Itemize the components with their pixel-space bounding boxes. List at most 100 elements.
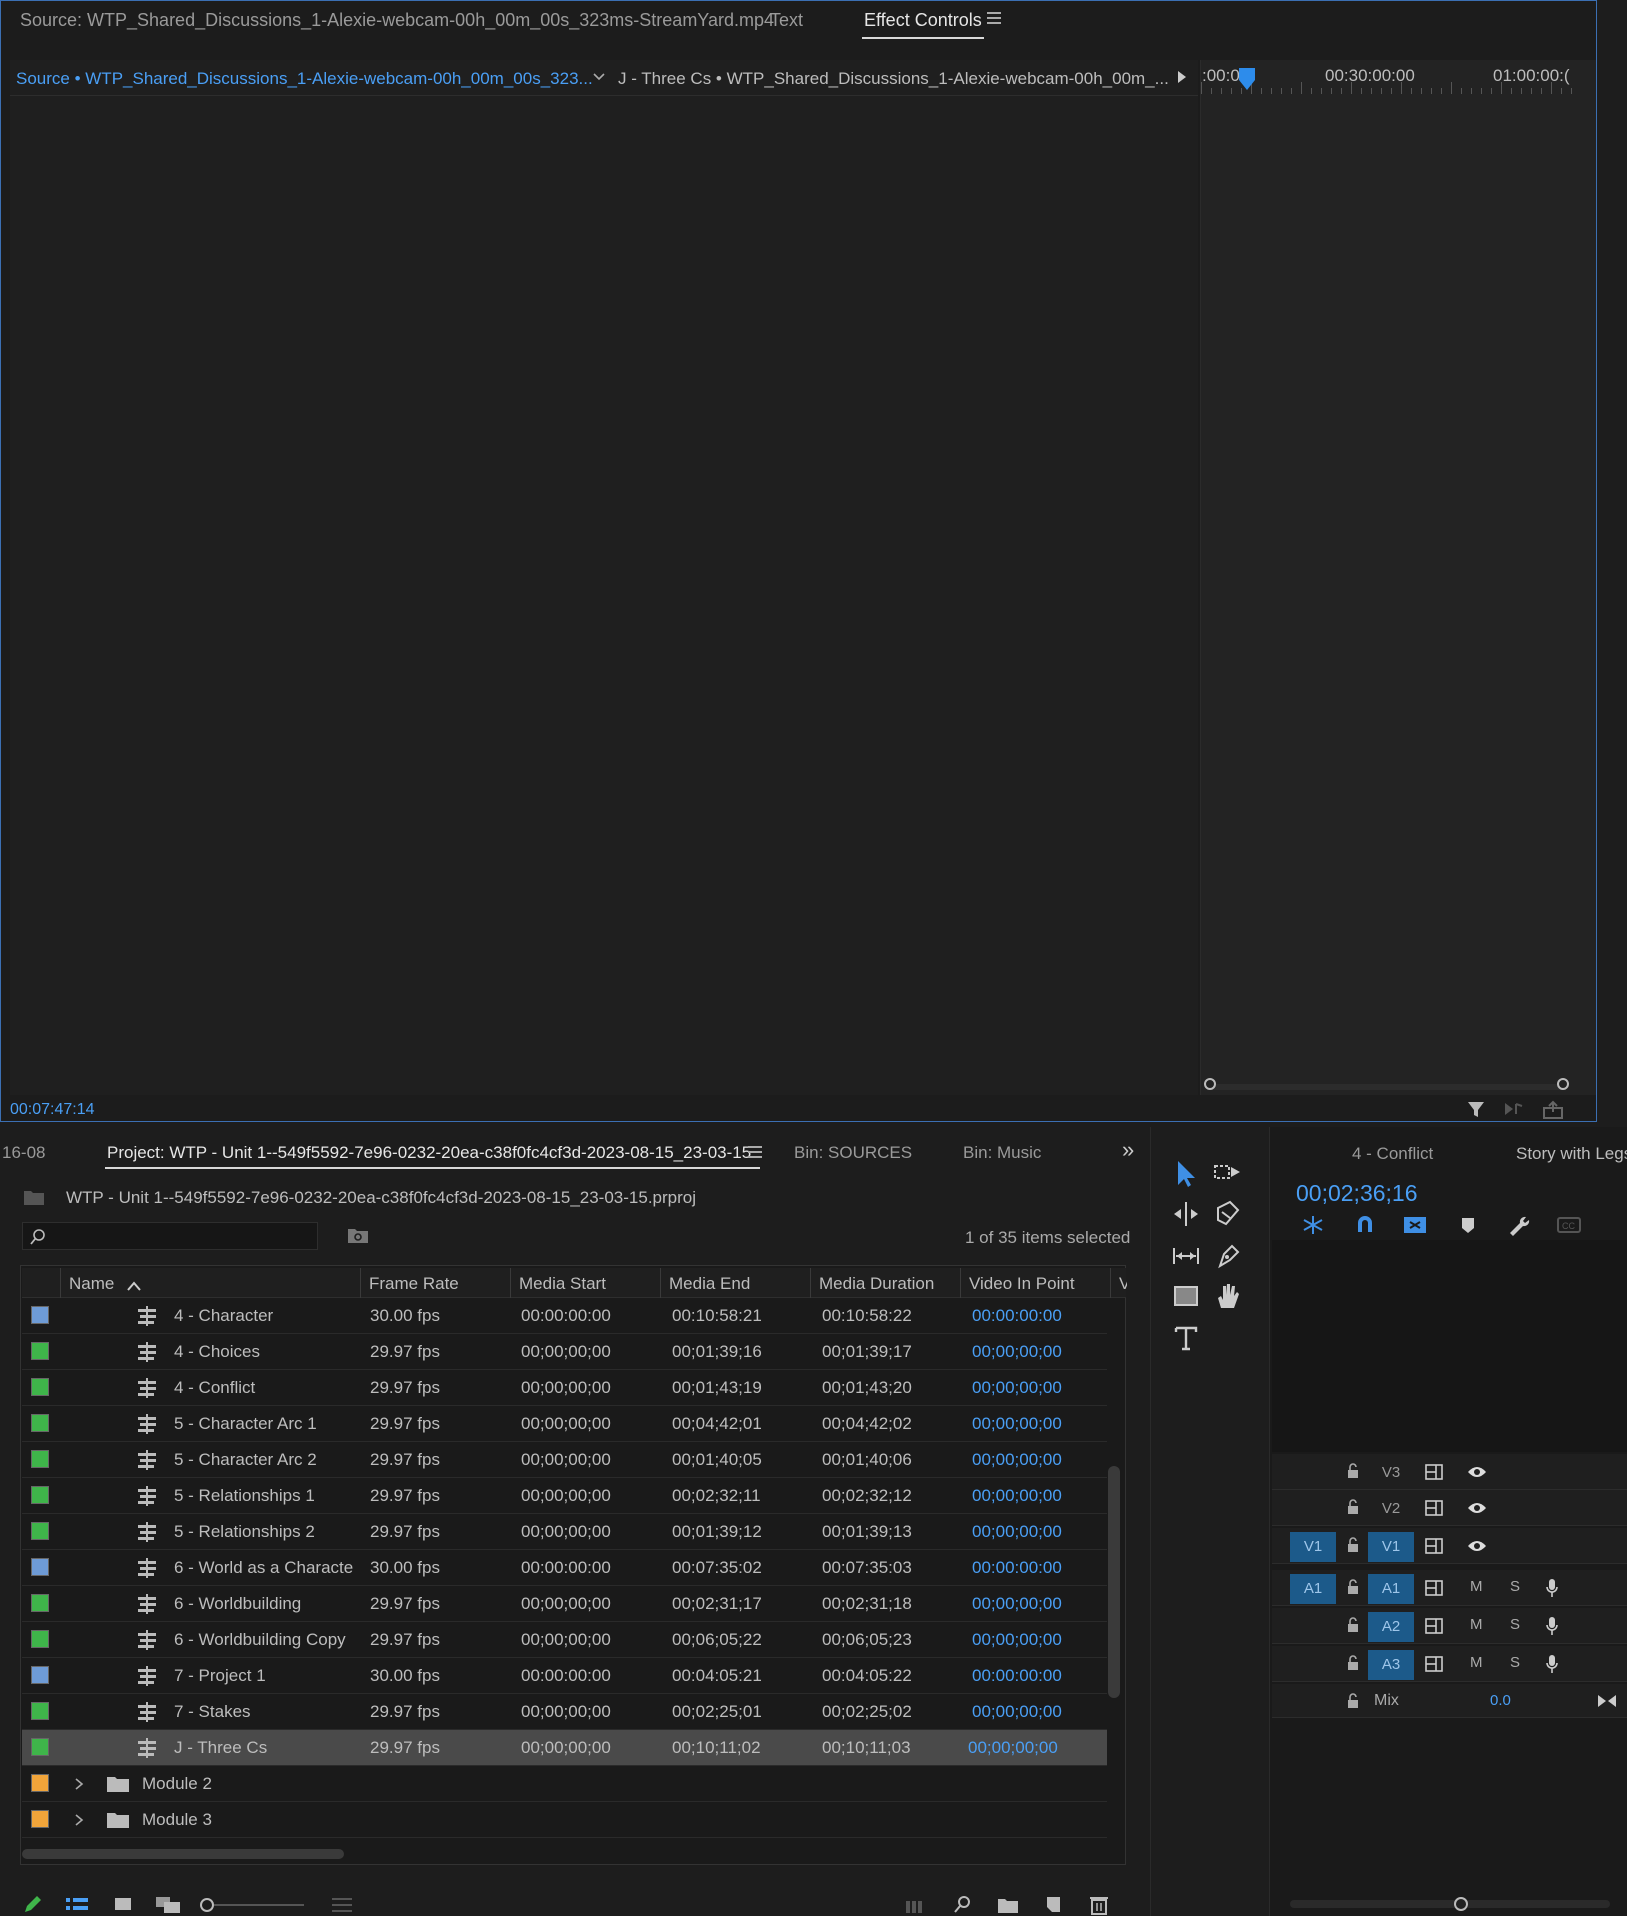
effect-controls-timecode[interactable]: 00:07:47:14 bbox=[10, 1101, 95, 1119]
lock-icon[interactable] bbox=[1346, 1692, 1360, 1710]
project-row[interactable]: 5 - Character Arc 2 29.97 fps 00;00;00;00 0… bbox=[22, 1442, 1107, 1478]
project-folder-row[interactable]: Module 2 bbox=[22, 1766, 1107, 1802]
track-target-v2[interactable]: V2 bbox=[1368, 1494, 1414, 1524]
hand-tool-icon[interactable] bbox=[1212, 1280, 1244, 1312]
sort-icons-icon[interactable] bbox=[330, 1895, 354, 1915]
lock-icon[interactable] bbox=[1346, 1536, 1360, 1554]
sync-lock-icon[interactable] bbox=[1424, 1655, 1444, 1673]
chevron-right-icon[interactable] bbox=[74, 1778, 84, 1790]
find-icon[interactable] bbox=[952, 1894, 974, 1916]
zoom-handle-right[interactable] bbox=[1557, 1078, 1569, 1090]
new-bin-icon[interactable] bbox=[996, 1895, 1020, 1915]
eye-icon[interactable] bbox=[1466, 1500, 1488, 1516]
label-color-chip[interactable] bbox=[31, 1378, 49, 1396]
label-color-chip[interactable] bbox=[31, 1306, 49, 1324]
sync-lock-icon[interactable] bbox=[1424, 1463, 1444, 1481]
track-select-forward-icon[interactable] bbox=[1212, 1158, 1244, 1190]
sequence-clip-label[interactable]: J - Three Cs • WTP_Shared_Discussions_1-… bbox=[618, 69, 1169, 89]
list-view-icon[interactable] bbox=[64, 1895, 90, 1915]
column-media-end[interactable]: Media End bbox=[669, 1274, 750, 1294]
rectangle-tool-icon[interactable] bbox=[1170, 1280, 1202, 1312]
lock-icon[interactable] bbox=[1346, 1462, 1360, 1480]
tab-project[interactable]: Project: WTP - Unit 1--549f5592-7e96-023… bbox=[107, 1143, 751, 1163]
video-in-point[interactable]: 00;00;00;00 bbox=[972, 1342, 1062, 1362]
label-color-chip[interactable] bbox=[31, 1558, 49, 1576]
new-search-bin-icon[interactable] bbox=[346, 1225, 370, 1245]
solo-button[interactable]: S bbox=[1510, 1654, 1520, 1671]
mix-value[interactable]: 0.0 bbox=[1490, 1692, 1511, 1709]
video-in-point[interactable]: 00;00;00;00 bbox=[972, 1702, 1062, 1722]
filter-icon[interactable] bbox=[1466, 1100, 1488, 1120]
linked-selection-icon[interactable] bbox=[1402, 1214, 1428, 1236]
project-row[interactable]: 4 - Conflict 29.97 fps 00;00;00;00 00;01;43… bbox=[22, 1370, 1107, 1406]
track-target-a2[interactable]: A2 bbox=[1368, 1612, 1414, 1642]
video-in-point[interactable]: 00:00:00:00 bbox=[972, 1306, 1062, 1326]
project-row[interactable]: 6 - World as a Characte 30.00 fps 00:00:00… bbox=[22, 1550, 1107, 1586]
microphone-icon[interactable] bbox=[1544, 1577, 1560, 1599]
video-in-point[interactable]: 00;00;00;00 bbox=[972, 1630, 1062, 1650]
zoom-handle-left[interactable] bbox=[1204, 1078, 1216, 1090]
sort-ascending-icon[interactable] bbox=[126, 1280, 142, 1292]
horizontal-scrollbar[interactable] bbox=[22, 1849, 344, 1859]
project-row[interactable]: 7 - Stakes 29.97 fps 00;00;00;00 00;02;25;0… bbox=[22, 1694, 1107, 1730]
project-row[interactable]: 6 - Worldbuilding 29.97 fps 00;00;00;00 00;… bbox=[22, 1586, 1107, 1622]
type-tool-icon[interactable] bbox=[1170, 1322, 1202, 1354]
sync-lock-icon[interactable] bbox=[1424, 1499, 1444, 1517]
project-row[interactable]: 4 - Choices 29.97 fps 00;00;00;00 00;01;39;… bbox=[22, 1334, 1107, 1370]
timeline-timecode[interactable]: 00;02;36;16 bbox=[1296, 1180, 1418, 1207]
mute-button[interactable]: M bbox=[1470, 1578, 1483, 1595]
source-clip-label[interactable]: Source • WTP_Shared_Discussions_1-Alexie… bbox=[16, 69, 593, 89]
new-item-icon[interactable] bbox=[1042, 1894, 1064, 1916]
pencil-icon[interactable] bbox=[22, 1893, 44, 1915]
tab-effect-controls[interactable]: Effect Controls bbox=[862, 10, 984, 39]
column-media-duration[interactable]: Media Duration bbox=[819, 1274, 934, 1294]
zoom-scrollbar[interactable] bbox=[1211, 1084, 1565, 1090]
icon-view-icon[interactable] bbox=[112, 1895, 134, 1915]
column-frame-rate[interactable]: Frame Rate bbox=[369, 1274, 459, 1294]
ripple-edit-tool-icon[interactable] bbox=[1170, 1198, 1202, 1230]
vertical-scrollbar[interactable] bbox=[1108, 1466, 1120, 1698]
playhead-icon[interactable] bbox=[1237, 66, 1257, 92]
chevron-down-icon[interactable] bbox=[592, 72, 606, 82]
snap-magnet-icon[interactable] bbox=[1352, 1214, 1378, 1236]
insert-sequence-nest-icon[interactable] bbox=[1300, 1214, 1326, 1236]
source-patch-a1[interactable]: A1 bbox=[1290, 1574, 1336, 1604]
mute-button[interactable]: M bbox=[1470, 1616, 1483, 1633]
project-row[interactable]: 5 - Character Arc 1 29.97 fps 00;00;00;00 0… bbox=[22, 1406, 1107, 1442]
label-color-chip[interactable] bbox=[31, 1486, 49, 1504]
label-color-chip[interactable] bbox=[31, 1666, 49, 1684]
sync-lock-icon[interactable] bbox=[1424, 1617, 1444, 1635]
label-color-chip[interactable] bbox=[31, 1774, 49, 1792]
tab-bin-music[interactable]: Bin: Music bbox=[963, 1143, 1041, 1163]
project-search-input[interactable] bbox=[22, 1222, 318, 1250]
sync-lock-icon[interactable] bbox=[1424, 1579, 1444, 1597]
track-target-v3[interactable]: V3 bbox=[1368, 1458, 1414, 1488]
project-row[interactable]: 5 - Relationships 1 29.97 fps 00;00;00;00 0… bbox=[22, 1478, 1107, 1514]
track-target-a1[interactable]: A1 bbox=[1368, 1574, 1414, 1604]
slip-tool-icon[interactable] bbox=[1170, 1240, 1202, 1272]
label-color-chip[interactable] bbox=[31, 1810, 49, 1828]
timeline-zoom-scrollbar[interactable] bbox=[1290, 1900, 1610, 1908]
eye-icon[interactable] bbox=[1466, 1464, 1488, 1480]
label-color-chip[interactable] bbox=[31, 1702, 49, 1720]
wrench-icon[interactable] bbox=[1506, 1214, 1530, 1236]
column-v[interactable]: V bbox=[1119, 1274, 1127, 1294]
tab-source-monitor[interactable]: Source: WTP_Shared_Discussions_1-Alexie-… bbox=[20, 10, 774, 31]
tab-left-stub[interactable]: 16-08 bbox=[2, 1143, 45, 1163]
project-row[interactable]: J - Three Cs 29.97 fps 00;00;00;00 00;10;11… bbox=[22, 1730, 1107, 1766]
tab-text[interactable]: Text bbox=[770, 10, 803, 31]
video-in-point[interactable]: 00;00;00;00 bbox=[972, 1378, 1062, 1398]
zoom-slider-handle[interactable] bbox=[200, 1898, 214, 1912]
tab-sequence-story-with-legs[interactable]: Story with Legs bbox=[1516, 1144, 1627, 1164]
selection-tool-icon[interactable] bbox=[1170, 1158, 1202, 1190]
project-row[interactable]: 5 - Relationships 2 29.97 fps 00;00;00;00 0… bbox=[22, 1514, 1107, 1550]
lock-icon[interactable] bbox=[1346, 1616, 1360, 1634]
video-in-point[interactable]: 00;00;00;00 bbox=[972, 1450, 1062, 1470]
project-row[interactable]: 6 - Worldbuilding Copy 29.97 fps 00;00;00;… bbox=[22, 1622, 1107, 1658]
video-in-point[interactable]: 00:00:00:00 bbox=[972, 1558, 1062, 1578]
eye-icon[interactable] bbox=[1466, 1538, 1488, 1554]
mute-button[interactable]: M bbox=[1470, 1654, 1483, 1671]
freeform-view-icon[interactable] bbox=[154, 1895, 182, 1915]
panel-overflow-button[interactable]: » bbox=[1122, 1137, 1134, 1163]
microphone-icon[interactable] bbox=[1544, 1615, 1560, 1637]
